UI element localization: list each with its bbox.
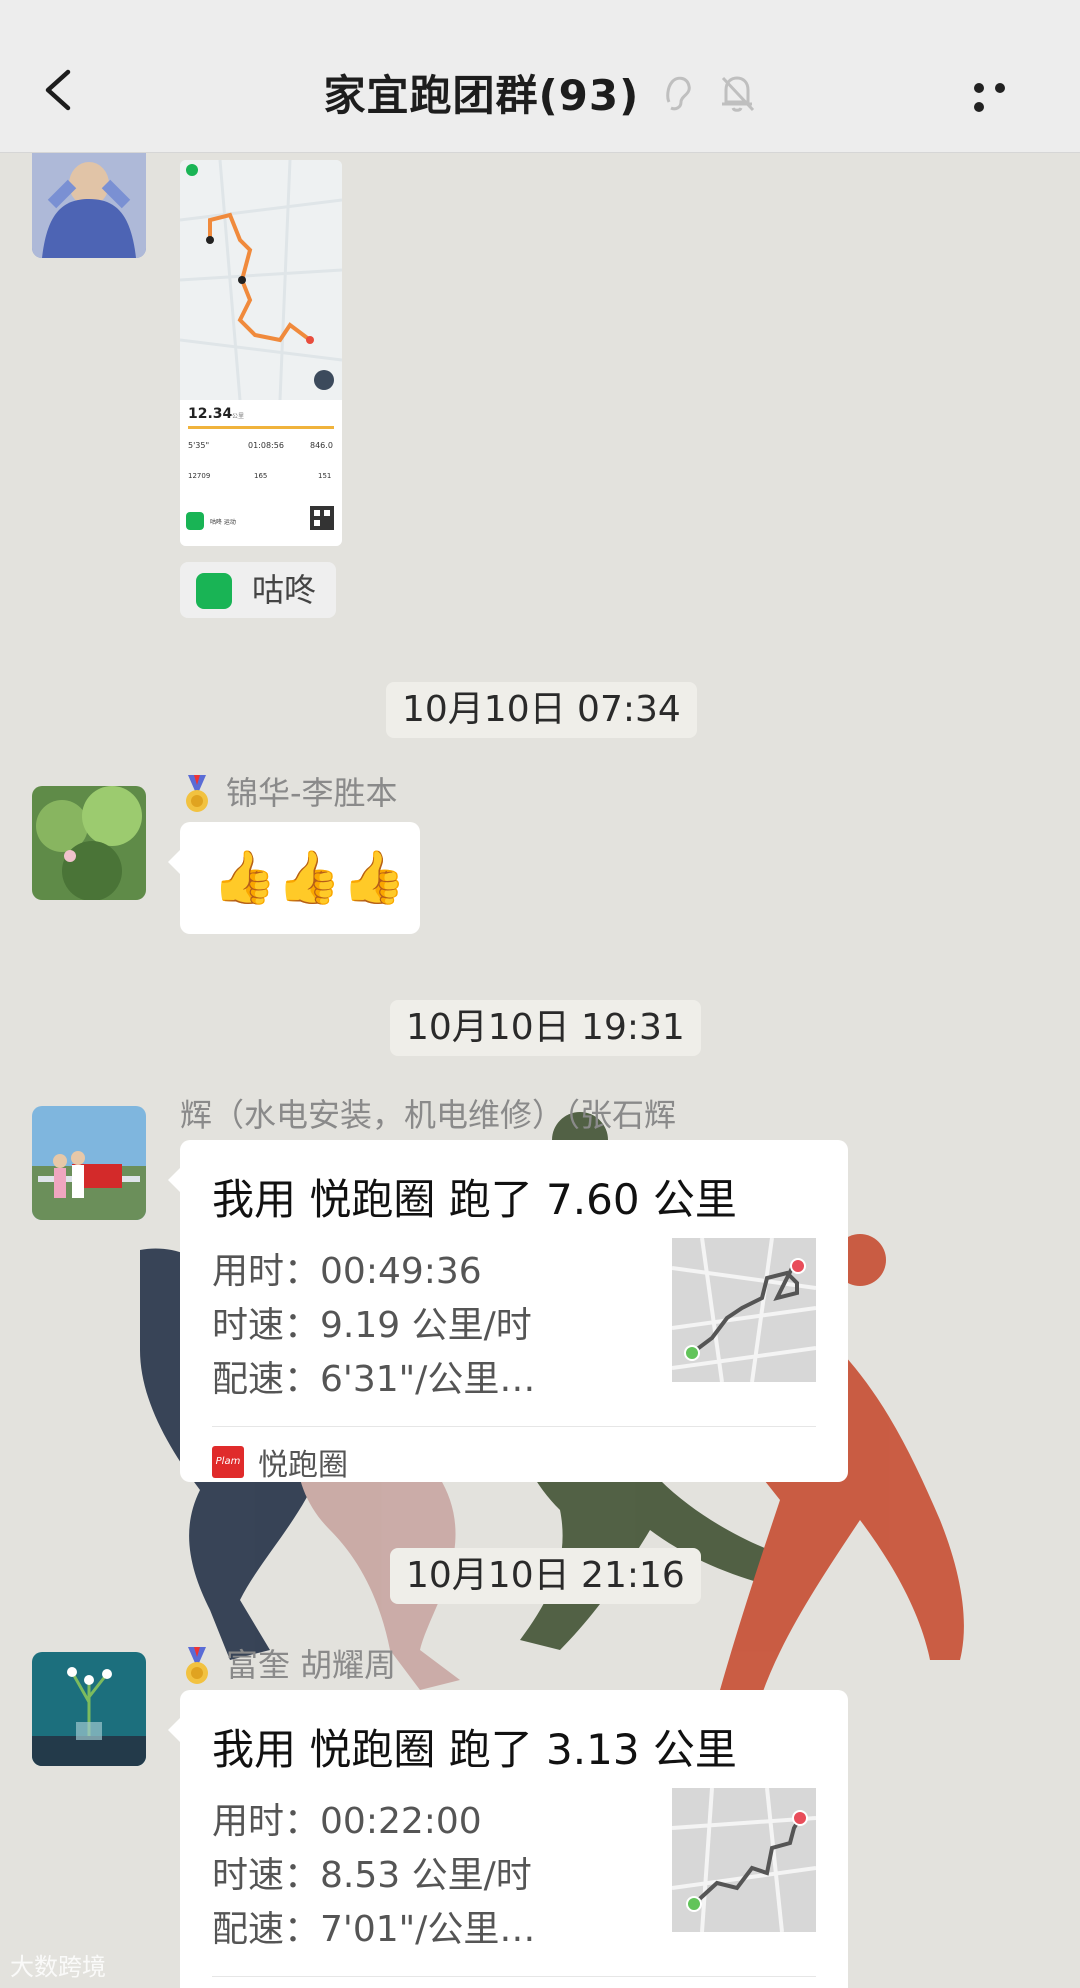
sender-name-row: 富奎 胡耀周 — [182, 1640, 396, 1687]
timestamp: 10月10日 07:34 — [386, 682, 697, 738]
svg-text:165: 165 — [254, 472, 267, 480]
route-thumbnail — [672, 1788, 816, 1932]
duration-row: 用时：00:22:00 — [212, 1801, 482, 1842]
route-thumbnail — [672, 1238, 816, 1382]
run-screenshot-image[interactable]: 12.34 公里 5'35" 01:08:56 846.0 12709 165 … — [180, 160, 342, 546]
chat-title-row: 家宜跑团群(93) — [0, 62, 1080, 123]
speed-value: 8.53 公里/时 — [320, 1855, 532, 1896]
duration-row: 用时：00:49:36 — [212, 1251, 482, 1292]
svg-text:151: 151 — [318, 472, 331, 480]
avatar-image — [32, 1652, 146, 1766]
chat-header: 家宜跑团群(93) — [0, 0, 1080, 153]
bell-off-icon — [721, 75, 754, 112]
app-source-chip[interactable]: 咕咚 — [180, 562, 336, 618]
route-map: 12.34 公里 5'35" 01:08:56 846.0 12709 165 … — [180, 160, 342, 546]
watermark-text: 大数跨境 — [10, 1953, 106, 1981]
run-share-card[interactable]: 我用 悦跑圈 跑了 7.60 公里 用时：00:49:36 时速：9.19 公里… — [168, 1140, 848, 1484]
message-list[interactable]: 12.34 公里 5'35" 01:08:56 846.0 12709 165 … — [0, 152, 1080, 1988]
svg-text:12709: 12709 — [188, 472, 210, 480]
sender-name: 锦华-李胜本 — [226, 774, 398, 812]
run-share-card[interactable]: 我用 悦跑圈 跑了 3.13 公里 用时：00:22:00 时速：8.53 公里… — [168, 1690, 848, 1988]
card-source: Plam 悦跑圈 — [212, 1440, 348, 1484]
avatar[interactable] — [32, 1652, 146, 1766]
speed-row: 时速：8.53 公里/时 — [212, 1855, 532, 1896]
sender-name: 辉（水电安装，机电维修）（张石辉 — [180, 1096, 677, 1134]
sender-name-row: 锦华-李胜本 — [182, 768, 398, 815]
app-source-name: 咕咚 — [252, 571, 317, 609]
card-title: 我用 悦跑圈 跑了 7.60 公里 — [212, 1175, 737, 1224]
pace-value: 6'31"/公里… — [320, 1359, 536, 1400]
duration-value: 00:22:00 — [320, 1801, 482, 1842]
message-bubble[interactable]: 👍👍👍 — [168, 822, 420, 934]
emoji-text: 👍👍👍 — [212, 848, 407, 908]
svg-text:846.0: 846.0 — [310, 441, 333, 450]
duration-value: 00:49:36 — [320, 1251, 482, 1292]
svg-text:01:08:56: 01:08:56 — [248, 441, 284, 450]
svg-text:公里: 公里 — [232, 413, 244, 420]
shot-distance: 12.34 — [188, 406, 233, 422]
ellipsis-icon[interactable] — [974, 78, 1034, 112]
speed-row: 时速：9.19 公里/时 — [212, 1305, 532, 1346]
pace-row: 配速：6'31"/公里… — [212, 1359, 536, 1400]
avatar[interactable] — [32, 1106, 146, 1220]
medal-icon — [186, 1647, 208, 1684]
gudong-logo-icon — [196, 573, 232, 609]
avatar-image — [32, 786, 146, 900]
timestamp: 10月10日 21:16 — [390, 1548, 701, 1604]
svg-text:咕咚 运动: 咕咚 运动 — [210, 518, 236, 526]
medal-icon — [186, 775, 208, 812]
ear-icon — [666, 76, 691, 110]
speed-value: 9.19 公里/时 — [320, 1305, 532, 1346]
avatar[interactable] — [32, 152, 146, 258]
chat-title: 家宜跑团群(93) — [323, 71, 640, 120]
card-title: 我用 悦跑圈 跑了 3.13 公里 — [212, 1725, 737, 1774]
avatar-image — [32, 152, 146, 258]
svg-text:5'35": 5'35" — [188, 441, 209, 450]
avatar[interactable] — [32, 786, 146, 900]
sender-name: 富奎 胡耀周 — [226, 1646, 397, 1684]
pace-row: 配速：7'01"/公里… — [212, 1909, 536, 1950]
timestamp: 10月10日 19:31 — [390, 1000, 701, 1056]
pace-value: 7'01"/公里… — [320, 1909, 536, 1950]
yuepaoquan-logo-icon: Plam — [212, 1446, 244, 1478]
avatar-image — [32, 1106, 146, 1220]
